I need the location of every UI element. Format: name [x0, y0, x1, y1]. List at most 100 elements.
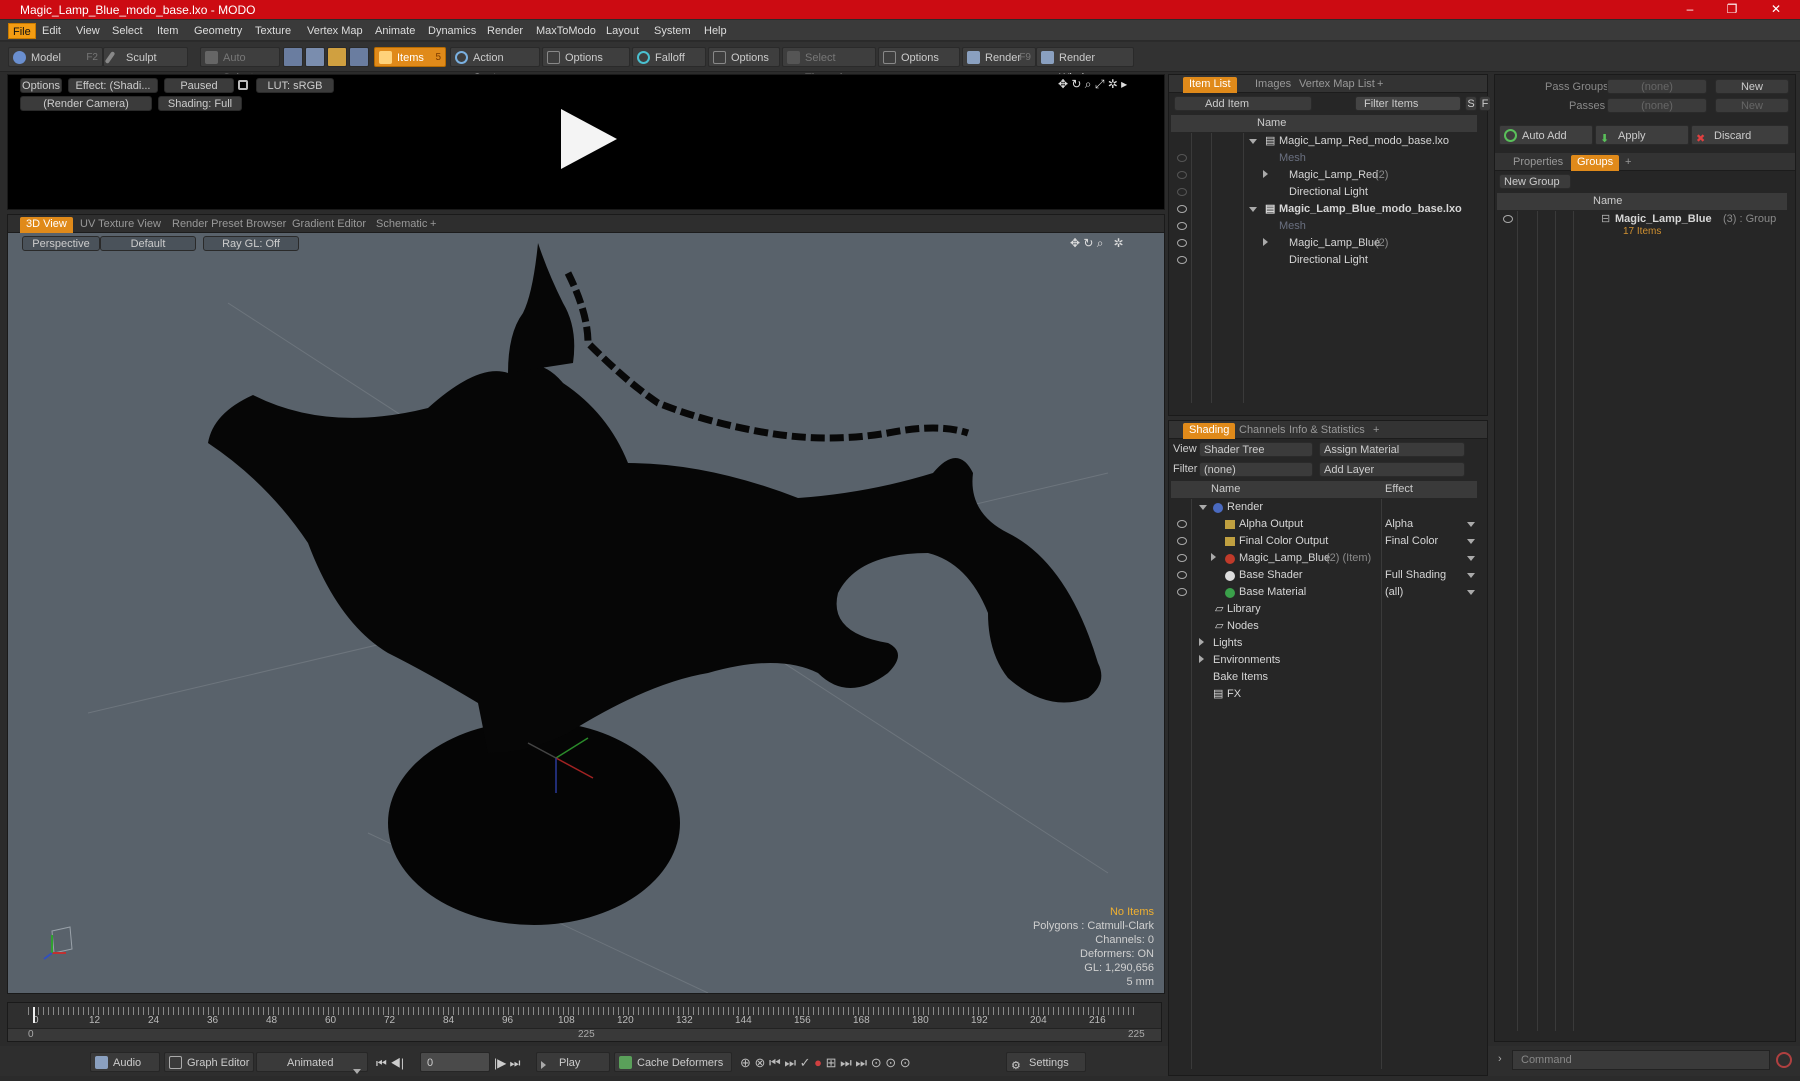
effect-dropdown[interactable]: Final Color	[1385, 533, 1438, 550]
menu-geometry[interactable]: Geometry	[190, 23, 246, 39]
passes-dropdown[interactable]: (none)	[1607, 98, 1707, 113]
render-camera-dropdown[interactable]: (Render Camera)	[20, 96, 152, 111]
menu-file[interactable]: File	[8, 23, 36, 39]
menu-animate[interactable]: Animate	[371, 23, 419, 39]
eye-icon[interactable]	[1177, 256, 1187, 264]
animated-dropdown[interactable]: Animated	[256, 1052, 368, 1074]
auto-add-button[interactable]: Auto Add	[1499, 125, 1593, 145]
paused-button[interactable]: Paused	[164, 78, 234, 93]
cache-deformers-button[interactable]: Cache Deformers	[614, 1052, 732, 1072]
shader-row-base-material[interactable]: Base Material (all)	[1171, 584, 1477, 601]
shader-row-render[interactable]: Render	[1171, 499, 1477, 516]
shader-row-environments[interactable]: Environments	[1171, 652, 1477, 669]
falloff-button[interactable]: Falloff	[632, 47, 706, 67]
menu-render[interactable]: Render	[483, 23, 527, 39]
eye-icon[interactable]	[1177, 205, 1187, 213]
range-bar[interactable]: 0 225 225	[8, 1028, 1161, 1041]
audio-button[interactable]: Audio	[90, 1052, 160, 1072]
effect-dropdown[interactable]: Alpha	[1385, 516, 1413, 533]
menu-vertex-map[interactable]: Vertex Map	[303, 23, 367, 39]
effect-dropdown[interactable]: (all)	[1385, 584, 1403, 601]
tab-gradient-editor[interactable]: Gradient Editor	[286, 217, 372, 233]
group-row-lamp-blue[interactable]: ⊟ Magic_Lamp_Blue (3) : Group 17 Items	[1497, 211, 1787, 243]
add-panel-tab[interactable]: +	[1367, 423, 1385, 439]
materials-mode-button[interactable]	[349, 47, 369, 67]
assign-material-button[interactable]: Assign Material	[1319, 442, 1465, 457]
add-layer-dropdown[interactable]: Add Layer	[1319, 462, 1465, 477]
tab-item-list[interactable]: Item List	[1183, 77, 1237, 93]
shader-row-alpha[interactable]: Alpha Output Alpha	[1171, 516, 1477, 533]
add-panel-tab[interactable]: +	[1371, 77, 1389, 93]
falloff-options-button[interactable]: Options	[708, 47, 780, 67]
settings-button[interactable]: ⚙ Settings	[1006, 1052, 1086, 1072]
tree-row-mesh-blue[interactable]: Mesh	[1171, 218, 1477, 235]
playhead[interactable]	[33, 1007, 35, 1023]
edges-mode-button[interactable]	[305, 47, 325, 67]
action-center-options-button[interactable]: Options	[542, 47, 630, 67]
apply-button[interactable]: ⬇ Apply	[1595, 125, 1689, 145]
play-button[interactable]: Play	[536, 1052, 610, 1072]
eye-icon[interactable]	[1177, 188, 1187, 196]
polygons-mode-button[interactable]	[327, 47, 347, 67]
eye-icon[interactable]	[1177, 171, 1187, 179]
add-item-dropdown[interactable]: Add Item	[1174, 96, 1312, 111]
key-tool-icons[interactable]: ⊕ ⊗ ⏮ ⏭ ✓ ● ⊞ ⏭ ⏭ ⊙ ⊙ ⊙	[740, 1055, 911, 1071]
menu-maxtomodo[interactable]: MaxToModo	[532, 23, 600, 39]
tree-row-scene-blue[interactable]: ▤ Magic_Lamp_Blue_modo_base.lxo	[1171, 201, 1477, 218]
shading-dropdown[interactable]: Shading: Full	[158, 96, 242, 111]
shader-row-library[interactable]: ▱ Library	[1171, 601, 1477, 618]
tree-row-lamp-red[interactable]: Magic_Lamp_Red (2)	[1171, 167, 1477, 184]
menu-item[interactable]: Item	[153, 23, 182, 39]
tree-row-light-red[interactable]: Directional Light	[1171, 184, 1477, 201]
tab-vertex-map-list[interactable]: Vertex Map List	[1293, 77, 1381, 93]
auto-select-button[interactable]: Auto Select	[200, 47, 280, 84]
tree-row-scene[interactable]: ▤ Magic_Lamp_Red_modo_base.lxo	[1171, 133, 1477, 150]
lock-icon[interactable]	[238, 80, 248, 90]
eye-icon[interactable]	[1177, 222, 1187, 230]
minimize-button[interactable]: –	[1670, 0, 1710, 19]
menu-layout[interactable]: Layout	[602, 23, 643, 39]
items-mode-button[interactable]: Items 5	[374, 47, 446, 67]
eye-icon[interactable]	[1177, 520, 1187, 528]
shader-row-bake-items[interactable]: Bake Items	[1171, 669, 1477, 686]
eye-icon[interactable]	[1177, 154, 1187, 162]
action-center-button[interactable]: Action Center	[450, 47, 540, 84]
tab-info-statistics[interactable]: Info & Statistics	[1283, 423, 1371, 439]
add-panel-tab[interactable]: +	[1619, 155, 1637, 171]
eye-icon[interactable]	[1503, 215, 1513, 223]
graph-editor-button[interactable]: Graph Editor	[164, 1052, 254, 1072]
add-tab-button[interactable]: +	[424, 217, 442, 233]
render-button[interactable]: Render F9	[962, 47, 1036, 67]
record-icon[interactable]	[1776, 1052, 1792, 1068]
menu-dynamics[interactable]: Dynamics	[424, 23, 480, 39]
menu-view[interactable]: View	[72, 23, 104, 39]
tree-row-mesh[interactable]: Mesh	[1171, 150, 1477, 167]
new-pass-group-button[interactable]: New	[1715, 79, 1789, 94]
command-input[interactable]: Command	[1512, 1050, 1770, 1070]
transport-forward-icons[interactable]: |▶ ⏭	[494, 1056, 520, 1071]
vertices-mode-button[interactable]	[283, 47, 303, 67]
tab-properties[interactable]: Properties	[1507, 155, 1569, 171]
tab-groups[interactable]: Groups	[1571, 155, 1620, 171]
menu-texture[interactable]: Texture	[251, 23, 295, 39]
new-pass-button[interactable]: New	[1715, 98, 1789, 113]
shader-row-final-color[interactable]: Final Color Output Final Color	[1171, 533, 1477, 550]
viewport-3d[interactable]: 3D View UV Texture View Render Preset Br…	[7, 214, 1165, 994]
filter-dropdown[interactable]: (none)	[1199, 462, 1313, 477]
discard-button[interactable]: ✖ Discard	[1691, 125, 1789, 145]
shader-row-fx[interactable]: ▤ FX	[1171, 686, 1477, 703]
close-button[interactable]: ✕	[1756, 0, 1796, 19]
effect-dropdown[interactable]: Effect: (Shadi...	[68, 78, 158, 93]
select-through-options-button[interactable]: Options	[878, 47, 960, 67]
select-through-button[interactable]: Select Through	[782, 47, 876, 84]
preview-nav-icons[interactable]: ✥ ↻ ⌕ ⤢ ✲ ▸	[1058, 77, 1127, 92]
tab-images[interactable]: Images	[1249, 77, 1297, 93]
sculpt-mode-button[interactable]: Sculpt	[103, 47, 188, 67]
filter-s-toggle[interactable]: S	[1465, 96, 1477, 111]
menu-select[interactable]: Select	[108, 23, 147, 39]
eye-icon[interactable]	[1177, 537, 1187, 545]
new-group-button[interactable]: New Group	[1499, 174, 1571, 189]
effect-dropdown[interactable]: Full Shading	[1385, 567, 1446, 584]
tab-uv-texture-view[interactable]: UV Texture View	[74, 217, 167, 233]
tab-3d-view[interactable]: 3D View	[20, 217, 73, 233]
